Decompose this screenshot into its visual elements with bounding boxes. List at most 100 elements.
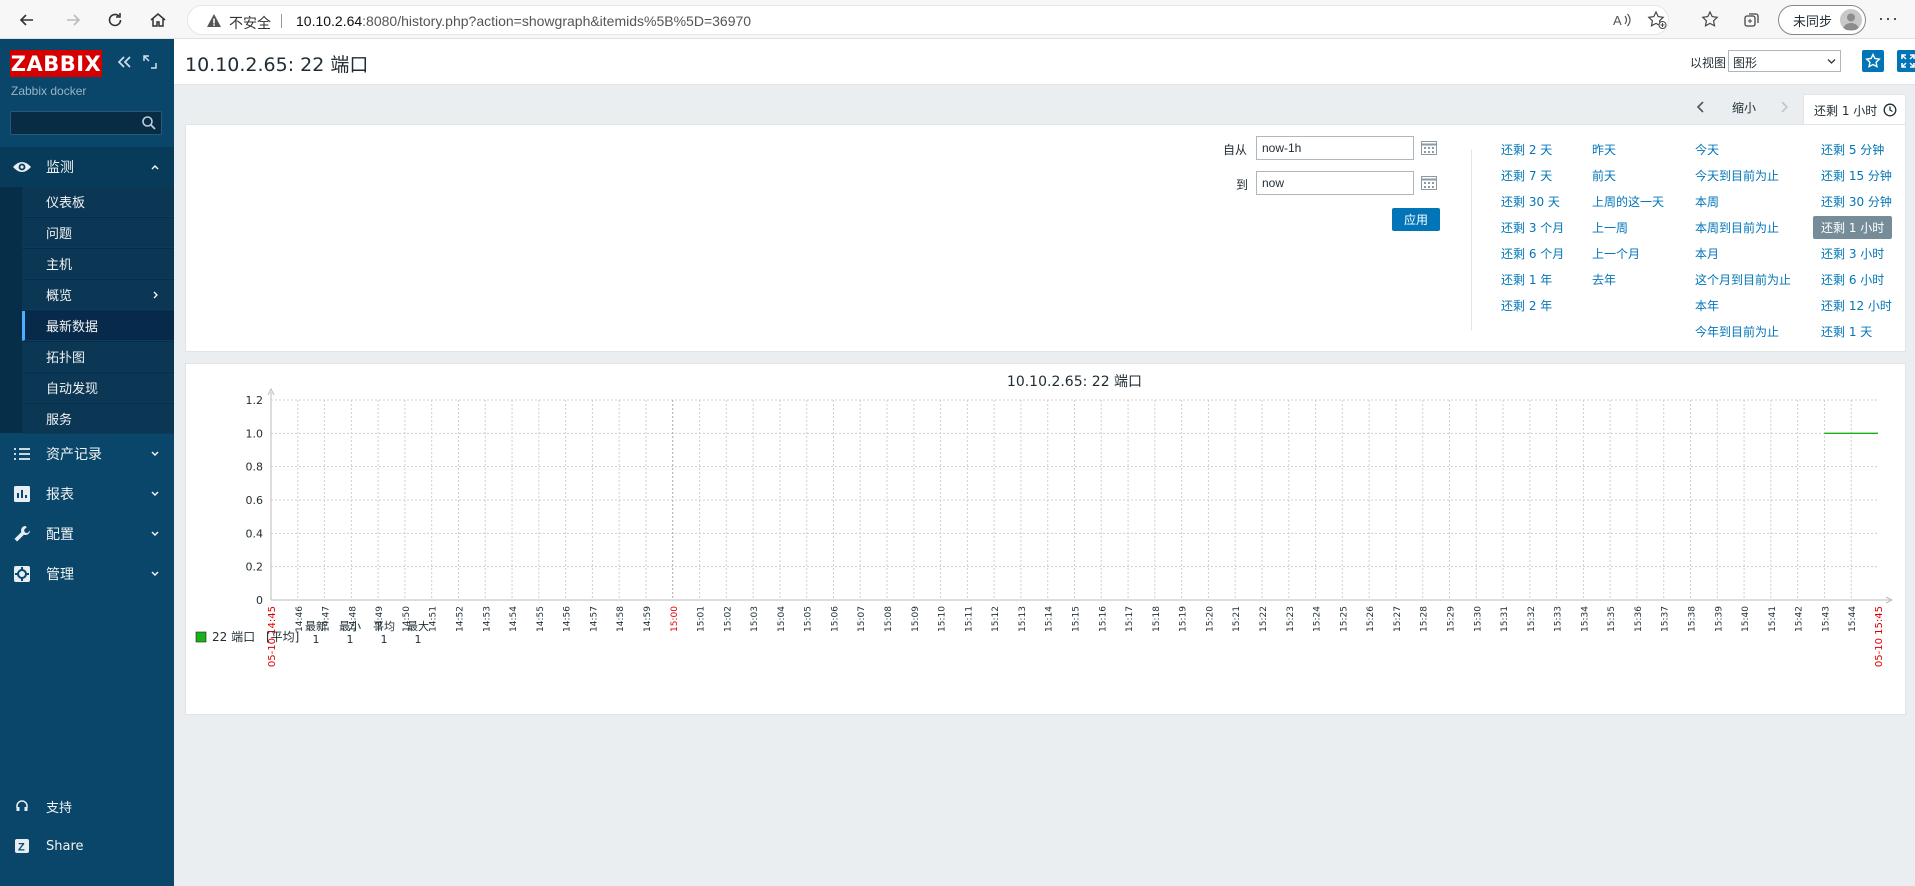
wrench-icon (14, 526, 30, 542)
chevron-down-icon (151, 571, 159, 576)
menu-inventory[interactable]: 资产记录 (0, 434, 174, 474)
view-as-select[interactable]: 图形 (1728, 50, 1841, 72)
quick-range-link[interactable]: 本年 (1695, 297, 1719, 314)
add-favorite-icon[interactable] (1647, 10, 1667, 30)
quick-range-link[interactable]: 前天 (1592, 167, 1616, 184)
from-input[interactable]: now-1h (1256, 136, 1414, 160)
apply-button[interactable]: 应用 (1392, 208, 1440, 231)
to-input[interactable]: now (1256, 171, 1414, 195)
reload-button[interactable] (102, 7, 128, 33)
favorites-icon[interactable] (1700, 10, 1720, 30)
time-range-tab[interactable]: 还剩 1 小时 (1803, 94, 1906, 125)
x-tick-label: 15:14 (1045, 606, 1055, 632)
quick-range-link[interactable]: 还剩 7 天 (1501, 167, 1552, 184)
x-tick-label: 15:28 (1420, 606, 1430, 632)
quick-range-link[interactable]: 今天 (1695, 141, 1719, 158)
sync-label: 未同步 (1793, 14, 1833, 30)
quick-range-link[interactable]: 还剩 6 个月 (1501, 245, 1564, 262)
to-label: 到 (1236, 178, 1249, 192)
list-icon (14, 448, 30, 460)
support-label: 支持 (46, 800, 73, 816)
quick-range-link[interactable]: 本周 (1695, 193, 1719, 210)
search-icon[interactable] (141, 115, 157, 131)
sidebar-search-input[interactable] (10, 111, 162, 135)
quick-range-link[interactable]: 还剩 30 分钟 (1821, 193, 1892, 210)
quick-range-link[interactable]: 昨天 (1592, 141, 1616, 158)
quick-range-link[interactable]: 还剩 3 小时 (1821, 245, 1884, 262)
chevron-down-icon (151, 531, 159, 536)
quick-range-link[interactable]: 还剩 5 分钟 (1821, 141, 1884, 158)
fullscreen-icon (1901, 54, 1915, 68)
share-link[interactable]: Z Share (0, 831, 174, 861)
x-tick-label: 15:25 (1339, 606, 1349, 632)
menu-administration[interactable]: 管理 (0, 554, 174, 594)
quick-range-link-selected[interactable]: 还剩 1 小时 (1813, 216, 1893, 239)
calendar-icon[interactable] (1420, 174, 1438, 192)
y-tick-label: 0 (256, 594, 263, 607)
sidebar-item-dashboard[interactable]: 仪表板 (22, 187, 174, 217)
profile-sync-button[interactable]: 未同步 (1778, 5, 1866, 35)
quick-range-link[interactable]: 还剩 15 分钟 (1821, 167, 1892, 184)
menu-reports[interactable]: 报表 (0, 474, 174, 514)
x-tick-label: 15:41 (1768, 606, 1778, 632)
collections-icon[interactable] (1742, 10, 1762, 30)
quick-range-link[interactable]: 还剩 1 天 (1821, 323, 1872, 340)
zabbix-logo[interactable]: ZABBIX (10, 50, 102, 77)
home-button[interactable] (145, 7, 171, 33)
legend-function: [平均] (266, 630, 299, 644)
x-tick-label: 15:08 (884, 606, 894, 632)
y-tick-label: 0.8 (246, 461, 264, 474)
sidebar-item-discovery[interactable]: 自动发现 (22, 373, 174, 403)
legend-column-value: 1 (415, 633, 422, 646)
quick-range-link[interactable]: 还剩 2 年 (1501, 297, 1552, 314)
sidebar-item-latest-data[interactable]: 最新数据 (22, 311, 174, 341)
quick-range-link[interactable]: 还剩 12 小时 (1821, 297, 1892, 314)
sidebar-item-services[interactable]: 服务 (22, 404, 174, 434)
warning-icon (207, 14, 221, 27)
quick-range-link[interactable]: 还剩 30 天 (1501, 193, 1560, 210)
quick-range-link[interactable]: 还剩 2 天 (1501, 141, 1552, 158)
x-tick-label: 14:52 (455, 606, 465, 632)
sidebar-item-maps[interactable]: 拓扑图 (22, 342, 174, 372)
forward-button[interactable] (60, 7, 86, 33)
x-tick-label: 15:31 (1500, 606, 1510, 632)
quick-range-link[interactable]: 上一个月 (1592, 245, 1640, 262)
quick-range-link[interactable]: 今天到目前为止 (1695, 167, 1779, 184)
more-options-icon[interactable]: ··· (1878, 8, 1899, 29)
x-tick-label: 15:40 (1741, 606, 1751, 632)
x-tick-label: 15:04 (777, 606, 787, 632)
address-bar[interactable]: 不安全 10.10.2.64:8080/history.php?action=s… (187, 5, 1669, 35)
x-tick-label: 14:46 (295, 606, 305, 632)
quick-range-link[interactable]: 本月 (1695, 245, 1719, 262)
kiosk-mode-button[interactable] (1897, 50, 1915, 72)
quick-range-link[interactable]: 还剩 3 个月 (1501, 219, 1564, 236)
read-aloud-icon[interactable]: A (1612, 10, 1632, 30)
quick-range-link[interactable]: 还剩 1 年 (1501, 271, 1552, 288)
sidebar-item-overview[interactable]: 概览 (22, 280, 174, 310)
collapse-sidebar-icon[interactable] (115, 53, 133, 71)
zoom-out-button[interactable]: 缩小 (1732, 99, 1756, 116)
quick-range-link[interactable]: 今年到目前为止 (1695, 323, 1779, 340)
quick-range-link[interactable]: 本周到目前为止 (1695, 219, 1779, 236)
hide-sidebar-icon[interactable] (142, 54, 158, 70)
calendar-icon[interactable] (1420, 139, 1438, 157)
x-tick-label: 14:59 (643, 606, 653, 632)
quick-range-link[interactable]: 还剩 6 小时 (1821, 271, 1884, 288)
menu-configuration[interactable]: 配置 (0, 514, 174, 554)
previous-period-icon[interactable] (1695, 100, 1707, 114)
server-name: Zabbix docker (11, 84, 87, 98)
add-to-favorites-button[interactable] (1862, 50, 1884, 72)
quick-range-link[interactable]: 上一周 (1592, 219, 1628, 236)
quick-range-link[interactable]: 这个月到目前为止 (1695, 271, 1791, 288)
menu-monitoring[interactable]: 监测 (0, 147, 174, 187)
view-as-value: 图形 (1733, 56, 1758, 70)
support-link[interactable]: 支持 (0, 791, 174, 821)
sidebar-item-hosts[interactable]: 主机 (22, 249, 174, 279)
back-button[interactable] (14, 7, 40, 33)
time-filter-tabs: 缩小 还剩 1 小时 (174, 93, 1915, 125)
quick-range-link[interactable]: 去年 (1592, 271, 1616, 288)
next-period-icon[interactable] (1778, 100, 1790, 114)
quick-range-link[interactable]: 上周的这一天 (1592, 193, 1664, 210)
sidebar-item-problems[interactable]: 问题 (22, 218, 174, 248)
url-path: :8080/history.php?action=showgraph&itemi… (362, 13, 752, 29)
